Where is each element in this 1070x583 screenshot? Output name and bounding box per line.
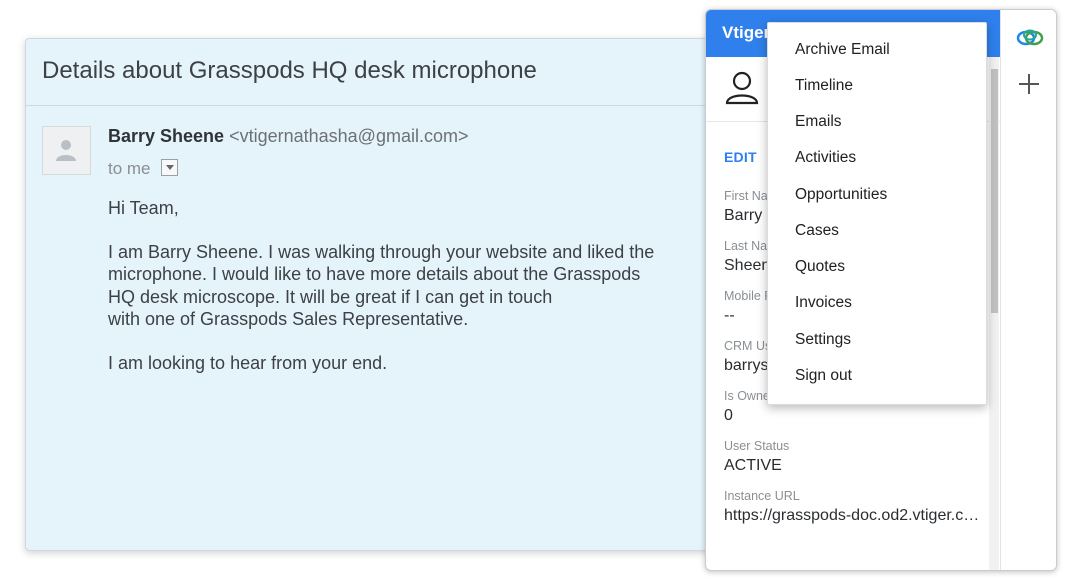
sender-line: Barry Sheene <vtigernathasha@gmail.com> xyxy=(108,126,468,147)
email-subject: Details about Grasspods HQ desk micropho… xyxy=(42,57,537,84)
email-body-paragraph: I am Barry Sheene. I was walking through… xyxy=(108,241,655,330)
vtiger-logo-icon[interactable] xyxy=(1016,27,1044,49)
right-rail xyxy=(1000,10,1056,570)
menu-item-emails[interactable]: Emails xyxy=(768,104,986,140)
menu-item-sign-out[interactable]: Sign out xyxy=(768,358,986,394)
menu-item-quotes[interactable]: Quotes xyxy=(768,249,986,285)
field-user-status: User Status ACTIVE xyxy=(724,437,994,487)
field-value: 0 xyxy=(724,407,733,424)
email-divider xyxy=(26,105,746,106)
field-instance-url: Instance URL https://grasspods-doc.od2.v… xyxy=(724,487,994,537)
panel-header-title[interactable]: Vtiger xyxy=(722,23,770,43)
email-body: Hi Team, I am Barry Sheene. I was walkin… xyxy=(108,197,718,374)
email-closing: I am looking to hear from your end. xyxy=(108,352,388,373)
field-value: ACTIVE xyxy=(724,457,782,474)
sender-email: <vtigernathasha@gmail.com> xyxy=(229,126,469,146)
field-label: Instance URL xyxy=(724,489,800,503)
recipient-line: to me xyxy=(108,159,179,179)
panel-scroll-thumb[interactable] xyxy=(991,69,998,313)
menu-item-archive-email[interactable]: Archive Email xyxy=(768,32,986,68)
sender-avatar xyxy=(42,126,91,175)
menu-item-timeline[interactable]: Timeline xyxy=(768,68,986,104)
sender-name: Barry Sheene xyxy=(108,126,225,146)
menu-item-opportunities[interactable]: Opportunities xyxy=(768,177,986,213)
user-icon[interactable] xyxy=(725,71,759,105)
field-label: User Status xyxy=(724,439,790,453)
email-greeting: Hi Team, xyxy=(108,198,179,218)
plus-icon[interactable] xyxy=(1018,73,1040,95)
menu-item-invoices[interactable]: Invoices xyxy=(768,285,986,321)
edit-link[interactable]: EDIT xyxy=(724,149,757,165)
avatar-placeholder-icon xyxy=(56,140,76,161)
menu-item-activities[interactable]: Activities xyxy=(768,140,986,176)
recipient-details-dropdown-icon[interactable] xyxy=(161,159,179,176)
recipient-text: to me xyxy=(108,159,151,178)
panel-dropdown-menu: Archive Email Timeline Emails Activities… xyxy=(767,22,987,405)
field-value: https://grasspods-doc.od2.vtiger.c… xyxy=(724,507,980,524)
email-card: Details about Grasspods HQ desk micropho… xyxy=(25,38,747,551)
menu-item-settings[interactable]: Settings xyxy=(768,322,986,358)
menu-item-cases[interactable]: Cases xyxy=(768,213,986,249)
panel-scrollbar[interactable] xyxy=(989,57,999,570)
